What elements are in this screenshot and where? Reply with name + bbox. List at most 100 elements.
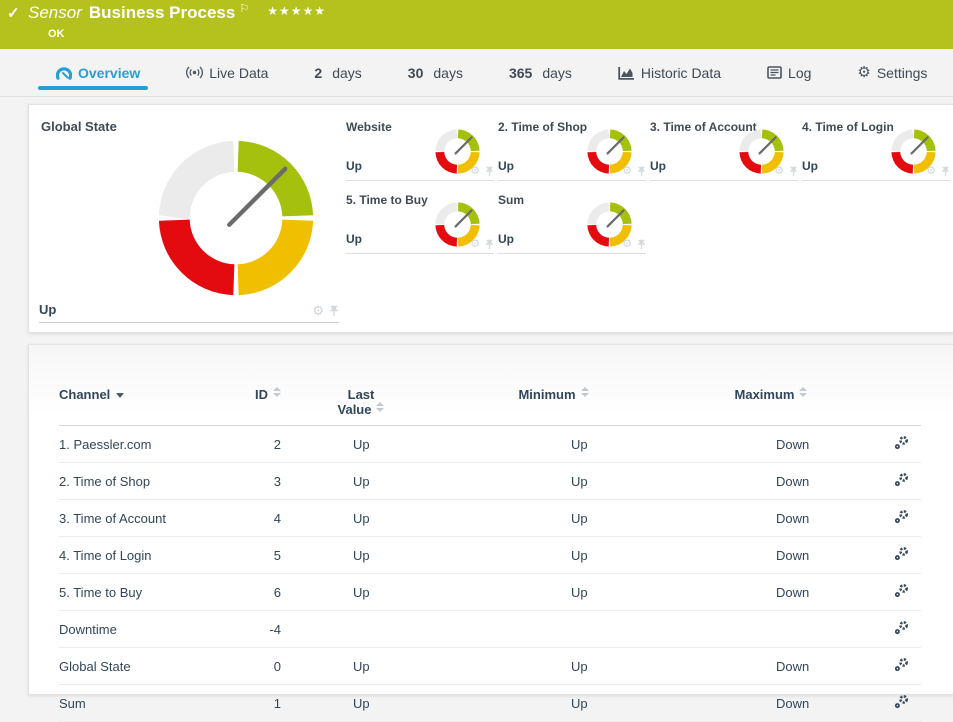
gauge-settings-icon[interactable]: ⚙: [312, 304, 324, 317]
minimum-value: Up: [471, 574, 661, 611]
channel-id: 2: [251, 426, 281, 463]
page-title: Business Process: [89, 3, 235, 23]
tab-live-data[interactable]: Live Data: [186, 49, 268, 96]
pin-icon[interactable]: [789, 166, 798, 177]
column-label: Maximum: [735, 387, 795, 402]
priority-stars[interactable]: ★★★★★: [267, 4, 326, 18]
last-value: Up: [281, 685, 471, 722]
channel-table-panel: Channel ID Last Value Minimum Maximum: [28, 344, 953, 695]
maximum-value: Down: [661, 463, 881, 500]
broadcast-icon: [186, 66, 203, 79]
channel-id: 3: [251, 463, 281, 500]
tab-2-days[interactable]: 2 days: [314, 49, 361, 96]
maximum-value: Down: [661, 648, 881, 685]
global-state-gauge-block: Global State Up ⚙: [29, 105, 339, 332]
table-row: 3. Time of Account 4 Up Up Down: [59, 500, 921, 537]
sort-desc-icon: [116, 393, 124, 398]
tab-overview[interactable]: Overview: [56, 49, 140, 96]
mini-gauge-time-of-shop: 2. Time of Shop Up ⚙: [498, 119, 646, 181]
column-header-last-value[interactable]: Last Value: [281, 387, 471, 426]
channel-name: 2. Time of Shop: [59, 463, 251, 500]
edit-channel-icon[interactable]: [894, 546, 909, 561]
minimum-value: Up: [471, 426, 661, 463]
channel-id: 4: [251, 500, 281, 537]
tab-settings[interactable]: ⚙ Settings: [857, 49, 927, 96]
last-value: Up: [281, 648, 471, 685]
table-row: Sum 1 Up Up Down: [59, 685, 921, 722]
gauge-value: Up: [498, 232, 514, 246]
edit-channel-icon[interactable]: [894, 657, 909, 672]
tab-number: 365: [509, 65, 532, 81]
tab-30-days[interactable]: 30 days: [408, 49, 463, 96]
column-header-edit: [881, 387, 921, 426]
tab-label: days: [542, 65, 572, 81]
gauge-segment-yellow: [238, 220, 313, 295]
gauge-settings-icon[interactable]: ⚙: [926, 166, 936, 177]
pin-icon[interactable]: [485, 239, 494, 250]
column-header-id[interactable]: ID: [251, 387, 281, 426]
tab-number: 30: [408, 65, 424, 81]
channel-name: Downtime: [59, 611, 251, 648]
gauge-value: Up: [650, 159, 666, 173]
gauge-settings-icon[interactable]: ⚙: [622, 239, 632, 250]
status-check-icon: ✓: [7, 4, 20, 22]
tab-365-days[interactable]: 365 days: [509, 49, 572, 96]
minimum-value: Up: [471, 463, 661, 500]
column-label: Last Value: [338, 387, 375, 417]
pin-icon[interactable]: [485, 166, 494, 177]
pin-icon[interactable]: [637, 166, 646, 177]
tab-label: Settings: [877, 65, 928, 81]
tab-historic-data[interactable]: Historic Data: [618, 49, 721, 96]
gauge-title: Sum: [498, 193, 524, 207]
column-header-channel[interactable]: Channel: [59, 387, 251, 426]
gauge-settings-icon[interactable]: ⚙: [470, 166, 480, 177]
tab-label: Live Data: [209, 65, 268, 81]
gauge-value: Up: [346, 232, 362, 246]
gauge-title: Global State: [41, 119, 117, 134]
channel-id: 6: [251, 574, 281, 611]
channel-id: -4: [251, 611, 281, 648]
tab-label: days: [332, 65, 362, 81]
gauge-settings-icon[interactable]: ⚙: [774, 166, 784, 177]
channel-table: Channel ID Last Value Minimum Maximum: [59, 387, 921, 722]
minimum-value: Up: [471, 648, 661, 685]
maximum-value: Down: [661, 574, 881, 611]
column-header-maximum[interactable]: Maximum: [661, 387, 881, 426]
tab-log[interactable]: Log: [767, 49, 811, 96]
table-row: Downtime -4: [59, 611, 921, 648]
gauge-segment-gray: [159, 141, 234, 220]
edit-channel-icon[interactable]: [894, 472, 909, 487]
table-row: 4. Time of Login 5 Up Up Down: [59, 537, 921, 574]
object-kind-label: Sensor: [28, 3, 82, 23]
minimum-value: Up: [471, 500, 661, 537]
mini-gauge-time-of-account: 3. Time of Account Up ⚙: [650, 119, 798, 181]
channel-name: 5. Time to Buy: [59, 574, 251, 611]
tab-label: Log: [788, 65, 811, 81]
gauge-settings-icon[interactable]: ⚙: [622, 166, 632, 177]
flag-icon[interactable]: ⚐: [239, 2, 249, 15]
last-value: Up: [281, 463, 471, 500]
log-icon: [767, 66, 782, 79]
gauge-title: 5. Time to Buy: [346, 193, 428, 207]
maximum-value: Down: [661, 537, 881, 574]
gauges-panel: Global State Up ⚙: [28, 104, 953, 333]
channel-id: 5: [251, 537, 281, 574]
pin-icon[interactable]: [329, 305, 339, 317]
pin-icon[interactable]: [941, 166, 950, 177]
edit-channel-icon[interactable]: [894, 620, 909, 635]
edit-channel-icon[interactable]: [894, 694, 909, 709]
column-label: Minimum: [518, 387, 575, 402]
edit-channel-icon[interactable]: [894, 583, 909, 598]
gauge-value: Up: [498, 159, 514, 173]
last-value: [281, 611, 471, 648]
channel-name: 1. Paessler.com: [59, 426, 251, 463]
channel-id: 1: [251, 685, 281, 722]
maximum-value: Down: [661, 500, 881, 537]
gauge-title: Website: [346, 120, 392, 134]
edit-channel-icon[interactable]: [894, 435, 909, 450]
pin-icon[interactable]: [637, 239, 646, 250]
column-header-minimum[interactable]: Minimum: [471, 387, 661, 426]
mini-gauge-website: Website Up ⚙: [346, 119, 494, 181]
edit-channel-icon[interactable]: [894, 509, 909, 524]
gauge-settings-icon[interactable]: ⚙: [470, 239, 480, 250]
